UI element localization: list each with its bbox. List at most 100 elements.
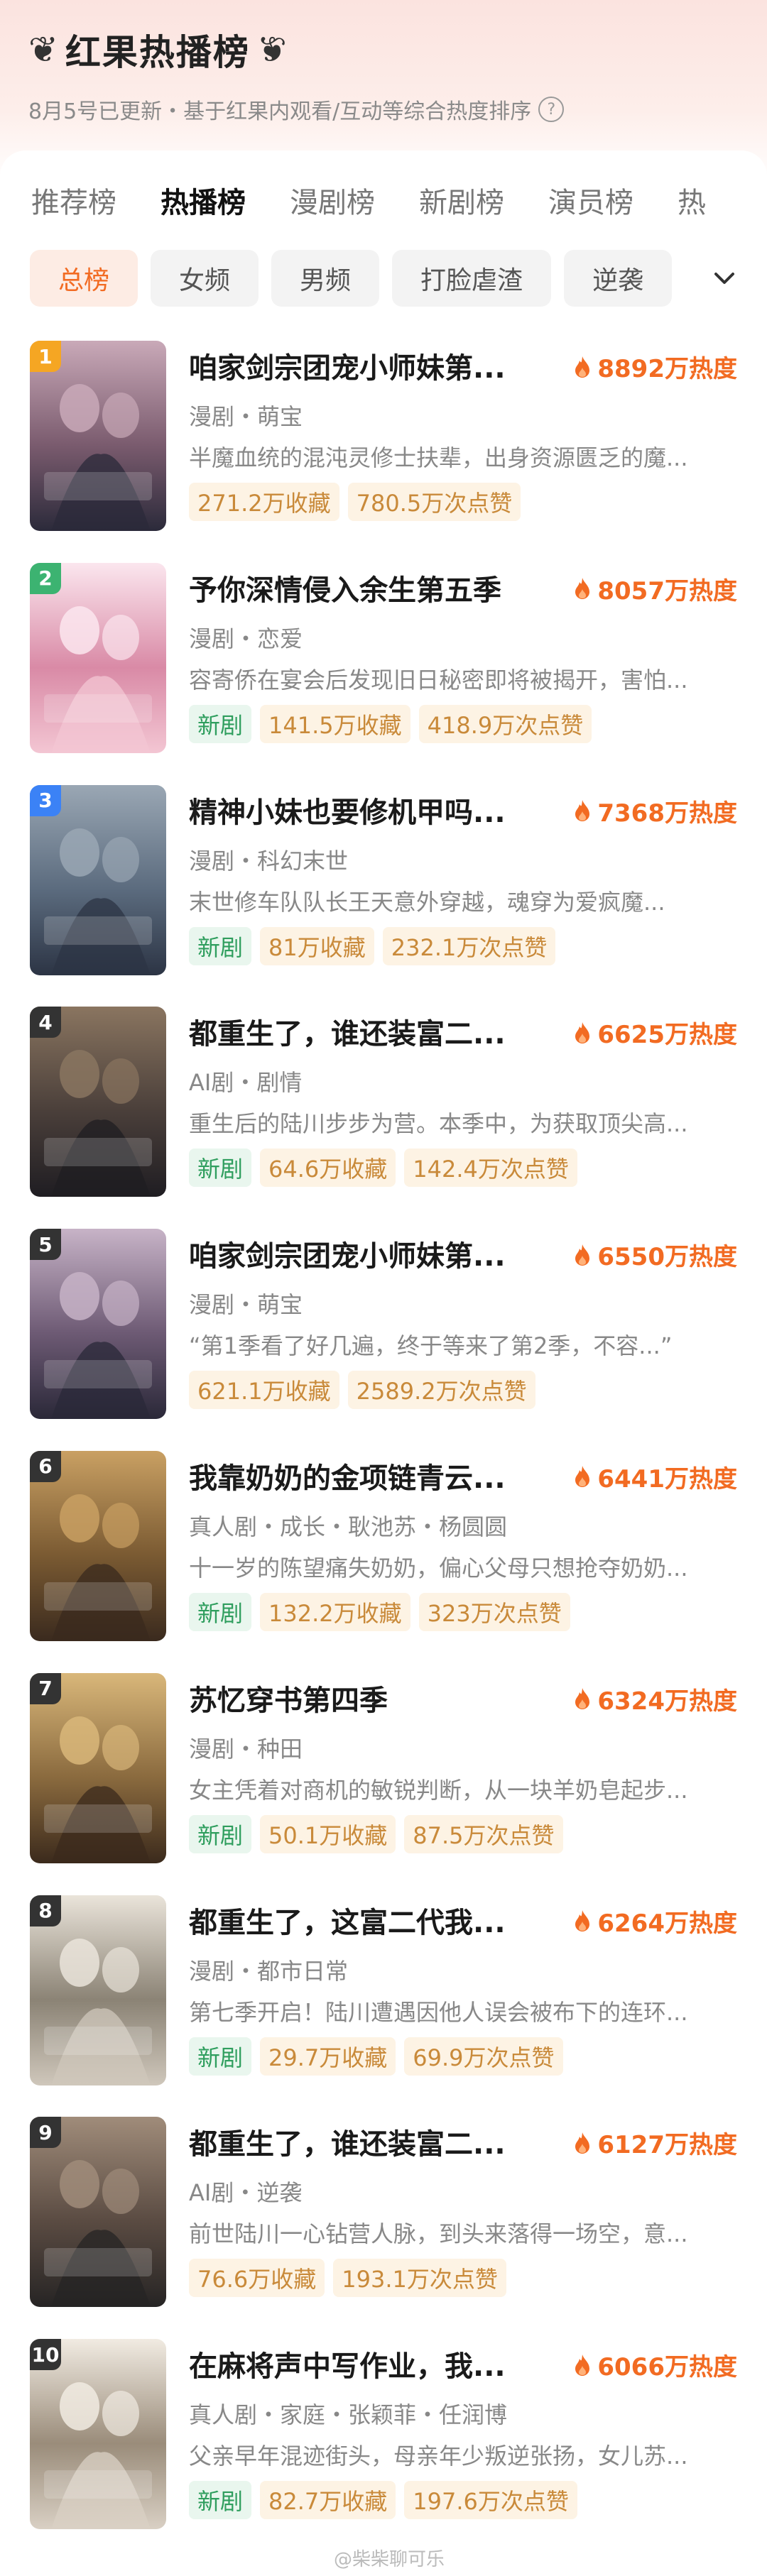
stats-tags: 新剧 50.1万收藏 87.5万次点赞	[189, 1814, 572, 1853]
drama-title[interactable]: 我靠奶奶的金项链青云...	[189, 1455, 558, 1496]
drama-cover-image[interactable]: 6	[30, 1450, 166, 1641]
drama-genre: AI剧・剧情	[189, 1069, 303, 1097]
ranking-item[interactable]: 7 苏忆穿书第四季 6324万热度 漫剧・种田 女主凭着对商机的敏锐判断，从一块羊奶皂起…	[0, 1672, 767, 1895]
heat-value: 7368万热度	[597, 799, 737, 828]
heat-value: 6066万热度	[597, 2353, 737, 2382]
stats-tags: 新剧 132.2万收藏 323万次点赞	[189, 1592, 579, 1631]
drama-genre: 漫剧・都市日常	[189, 1957, 349, 1985]
category-chip-1[interactable]: 女频	[151, 250, 259, 307]
tab-3[interactable]: 新剧榜	[419, 183, 504, 223]
drama-description: 容寄侨在宴会后发现旧日秘密即将被揭开，害怕...	[189, 666, 688, 694]
category-chip-2[interactable]: 男频	[271, 250, 380, 307]
heat-score: 7368万热度	[573, 794, 737, 828]
drama-title[interactable]: 都重生了，谁还装富二...	[189, 1011, 558, 1052]
title-row: ❦ 红果热播榜 ❦	[28, 21, 739, 78]
likes-count: 69.9万次点赞	[404, 2037, 563, 2076]
drama-cover-image[interactable]: 1	[30, 341, 166, 531]
heat-score: 6264万热度	[573, 1904, 737, 1939]
heat-score: 6625万热度	[573, 1015, 737, 1050]
likes-count: 2589.2万次点赞	[347, 1371, 535, 1410]
drama-cover-image[interactable]: 8	[30, 1895, 166, 2086]
stats-tags: 621.1万收藏 2589.2万次点赞	[189, 1371, 544, 1410]
heat-value: 8057万热度	[597, 576, 737, 605]
ranking-panel: 推荐榜 热播榜 漫剧榜 新剧榜 演员榜 热 总榜 女频 男频 打脸虐渣 逆袭 1 咱家剑宗团宠小师妹…	[0, 150, 767, 2576]
favorites-count: 81万收藏	[260, 926, 374, 965]
heat-value: 6127万热度	[597, 2131, 737, 2160]
drama-cover-image[interactable]: 9	[30, 2117, 166, 2308]
heat-value: 6441万热度	[597, 1464, 737, 1493]
heat-score: 6550万热度	[573, 1237, 737, 1272]
drama-description: “第1季看了好几遍，终于等来了第2季，不容...”	[189, 1332, 673, 1360]
drama-title[interactable]: 在麻将声中写作业，我...	[189, 2343, 558, 2384]
drama-title[interactable]: 咱家剑宗团宠小师妹第...	[189, 1233, 558, 1274]
flame-icon	[575, 1688, 590, 1710]
drama-description: 父亲早年混迹街头，母亲年少叛逆张扬，女儿苏...	[189, 2443, 688, 2470]
ranking-item[interactable]: 8 都重生了，这富二代我... 6264万热度 漫剧・都市日常 第七季开启！陆川遭遇因他…	[0, 1895, 767, 2117]
drama-cover-image[interactable]: 7	[30, 1672, 166, 1863]
stats-tags: 新剧 81万收藏 232.1万次点赞	[189, 926, 564, 965]
category-chip-4[interactable]: 逆袭	[564, 250, 673, 307]
laurel-right-icon: ❦	[256, 29, 287, 70]
drama-cover-image[interactable]: 10	[30, 2339, 166, 2530]
tab-1[interactable]: 热播榜	[161, 183, 246, 223]
ranking-item[interactable]: 1 咱家剑宗团宠小师妹第... 8892万热度 漫剧・萌宝 半魔血统的混沌灵修士扶辈，出…	[0, 341, 767, 563]
laurel-left-icon: ❦	[28, 29, 58, 70]
drama-description: 末世修车队队长王天意外穿越，魂穿为爱疯魔...	[189, 888, 665, 916]
drama-title[interactable]: 都重生了，这富二代我...	[189, 1900, 558, 1941]
category-chip-0[interactable]: 总榜	[30, 250, 138, 307]
drama-title[interactable]: 精神小妹也要修机甲吗...	[189, 789, 558, 831]
favorites-count: 64.6万收藏	[260, 1149, 396, 1188]
stats-tags: 新剧 29.7万收藏 69.9万次点赞	[189, 2037, 572, 2076]
ranking-item[interactable]: 6 我靠奶奶的金项链青云... 6441万热度 真人剧・成长・耿池苏・杨圆圆 十一岁的陈…	[0, 1450, 767, 1673]
favorites-count: 76.6万收藏	[189, 2259, 325, 2298]
rank-badge: 10	[30, 2339, 61, 2371]
new-drama-badge: 新剧	[189, 1149, 252, 1188]
tab-4[interactable]: 演员榜	[548, 183, 633, 223]
favorites-count: 82.7万收藏	[260, 2481, 396, 2520]
stats-tags: 271.2万收藏 780.5万次点赞	[189, 483, 529, 521]
drama-cover-image[interactable]: 2	[30, 562, 166, 753]
favorites-count: 50.1万收藏	[260, 1814, 396, 1853]
page-title: 红果热播榜	[65, 32, 250, 73]
flame-icon	[575, 800, 590, 822]
flame-icon	[575, 578, 590, 600]
drama-genre: 漫剧・科幻末世	[189, 847, 349, 875]
new-drama-badge: 新剧	[189, 2481, 252, 2520]
heat-value: 8892万热度	[597, 355, 737, 383]
ranking-item[interactable]: 10 在麻将声中写作业，我... 6066万热度真人剧・家庭・张颖菲・任润博父亲早年…	[0, 2339, 767, 2561]
ranking-item[interactable]: 3 精神小妹也要修机甲吗... 7368万热度漫剧・科幻末世末世修车队队长王天意外穿…	[0, 784, 767, 1007]
drama-cover-image[interactable]: 3	[30, 784, 166, 975]
drama-cover-image[interactable]: 5	[30, 1229, 166, 1420]
update-text: 8月5号已更新・基于红果内观看/互动等综合热度排序	[28, 99, 532, 124]
drama-title[interactable]: 予你深情侵入余生第五季	[189, 567, 558, 608]
tab-5[interactable]: 热	[678, 183, 706, 223]
category-chip-3[interactable]: 打脸虐渣	[392, 250, 552, 307]
drama-genre: 真人剧・家庭・张颖菲・任润博	[189, 2401, 508, 2429]
flame-icon	[575, 2354, 590, 2376]
help-icon[interactable]: ?	[538, 97, 565, 122]
rank-badge: 3	[30, 784, 61, 816]
favorites-count: 141.5万收藏	[260, 704, 410, 743]
stats-tags: 新剧 64.6万收藏 142.4万次点赞	[189, 1149, 586, 1188]
ranking-item[interactable]: 5 咱家剑宗团宠小师妹第... 6550万热度 漫剧・萌宝 “第1季看了好几遍，终于等来…	[0, 1229, 767, 1451]
ranking-item[interactable]: 2 予你深情侵入余生第五季 8057万热度 漫剧・恋爱 容寄侨在宴会后发现旧日秘密即将被…	[0, 562, 767, 785]
tab-2[interactable]: 漫剧榜	[290, 183, 375, 223]
likes-count: 193.1万次点赞	[333, 2259, 506, 2298]
drama-genre: AI剧・逆袭	[189, 2179, 303, 2207]
heat-value: 6550万热度	[597, 1243, 737, 1272]
drama-description: 女主凭着对商机的敏锐判断，从一块羊奶皂起步...	[189, 1776, 688, 1804]
drama-title[interactable]: 咱家剑宗团宠小师妹第...	[189, 345, 558, 386]
drama-title[interactable]: 苏忆穿书第四季	[189, 1677, 558, 1719]
heat-value: 6264万热度	[597, 1909, 737, 1938]
ranking-item[interactable]: 9 都重生了，谁还装富二... 6127万热度 AI剧・逆袭 前世陆川一心钻营人脉，到头…	[0, 2117, 767, 2339]
ranking-list: 1 咱家剑宗团宠小师妹第... 8892万热度 漫剧・萌宝 半魔血统的混沌灵修士扶辈，出…	[0, 341, 767, 2561]
chevron-down-icon[interactable]	[710, 264, 739, 292]
ranking-tabs: 推荐榜 热播榜 漫剧榜 新剧榜 演员榜 热	[31, 183, 750, 223]
likes-count: 142.4万次点赞	[404, 1149, 577, 1188]
new-drama-badge: 新剧	[189, 926, 252, 965]
ranking-item[interactable]: 4 都重生了，谁还装富二... 6625万热度 AI剧・剧情 重生后的陆川步步为营。本季…	[0, 1007, 767, 1229]
stats-tags: 新剧 82.7万收藏 197.6万次点赞	[189, 2481, 586, 2520]
drama-cover-image[interactable]: 4	[30, 1007, 166, 1197]
drama-title[interactable]: 都重生了，谁还装富二...	[189, 2121, 558, 2162]
tab-0[interactable]: 推荐榜	[31, 183, 116, 223]
